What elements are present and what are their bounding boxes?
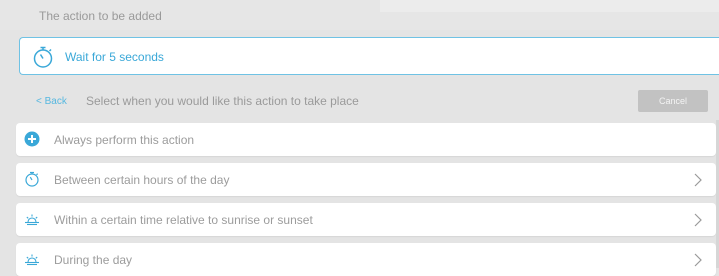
- chevron-right-icon: [694, 173, 702, 187]
- stopwatch-icon: [33, 46, 53, 68]
- chevron-right-icon: [694, 253, 702, 267]
- cancel-button[interactable]: Cancel: [638, 90, 708, 112]
- selection-prompt: Select when you would like this action t…: [86, 94, 359, 108]
- back-link[interactable]: < Back: [36, 96, 67, 107]
- selected-action-card[interactable]: Wait for 5 seconds: [19, 37, 719, 75]
- header-highlight: [380, 0, 719, 12]
- selected-action-label: Wait for 5 seconds: [65, 50, 164, 64]
- stopwatch-icon: [25, 171, 39, 187]
- option-label: During the day: [54, 253, 133, 267]
- plus-circle-icon: [24, 131, 40, 147]
- option-label: Within a certain time relative to sunris…: [54, 213, 313, 227]
- option-label: Between certain hours of the day: [54, 173, 230, 187]
- option-between-hours[interactable]: Between certain hours of the day: [16, 163, 716, 196]
- option-during-day[interactable]: During the day: [16, 243, 716, 276]
- chevron-right-icon: [694, 213, 702, 227]
- sunrise-icon: [25, 254, 39, 266]
- option-label: Always perform this action: [54, 133, 195, 147]
- option-sunrise-sunset[interactable]: Within a certain time relative to sunris…: [16, 203, 716, 236]
- option-always[interactable]: Always perform this action: [16, 123, 716, 156]
- section-label: The action to be added: [39, 9, 162, 23]
- sunrise-icon: [25, 214, 39, 226]
